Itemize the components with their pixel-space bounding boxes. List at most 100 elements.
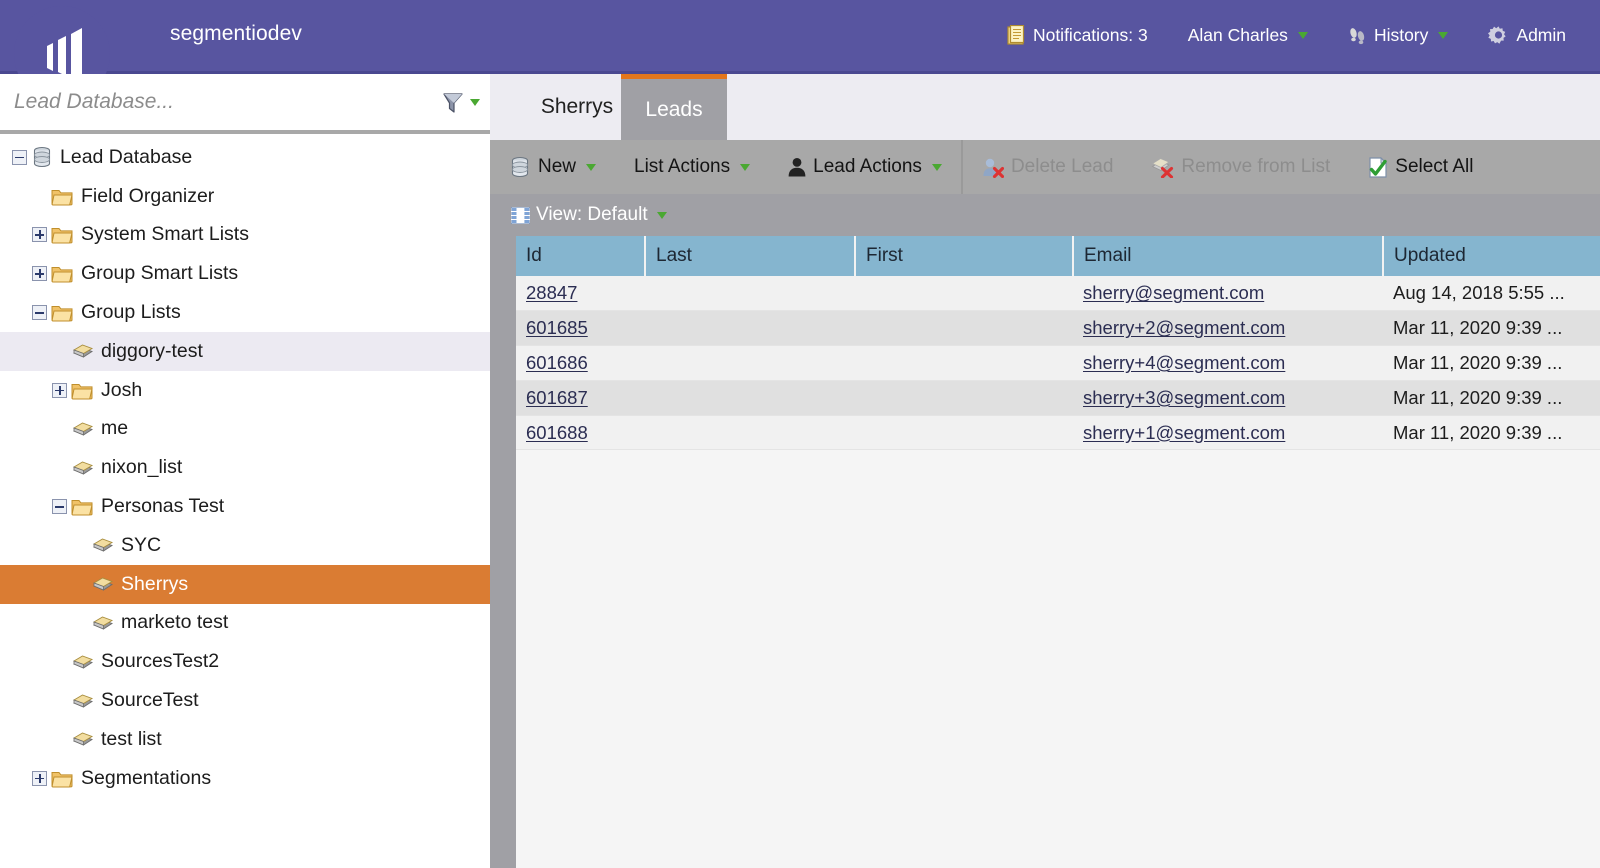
sidebar-search-row bbox=[0, 74, 490, 134]
cell-email[interactable]: sherry+1@segment.com bbox=[1073, 415, 1383, 450]
header-actions: Notifications: 3 Alan Charles History bbox=[986, 0, 1586, 71]
cell-email[interactable]: sherry+4@segment.com bbox=[1073, 346, 1383, 381]
tree-item-system-smart-lists[interactable]: System Smart Lists bbox=[0, 216, 490, 255]
sidebar: Lead DatabaseField Organizer System Smart… bbox=[0, 74, 490, 868]
cell-first bbox=[855, 346, 1073, 381]
cell-id[interactable]: 601687 bbox=[516, 380, 645, 415]
table-row[interactable]: 601687 sherry+3@segment.com Mar 11, 2020 9… bbox=[516, 380, 1600, 415]
funnel-icon bbox=[440, 90, 465, 115]
cell-first bbox=[855, 276, 1073, 311]
tree-item-sourcestest2[interactable]: SourcesTest2 bbox=[0, 642, 490, 681]
toggle-spacer bbox=[52, 344, 67, 359]
lead-email-link[interactable]: sherry+3@segment.com bbox=[1083, 387, 1285, 408]
column-header-last[interactable]: Last bbox=[645, 236, 855, 276]
table-row[interactable]: 601685 sherry+2@segment.com Mar 11, 2020 9… bbox=[516, 311, 1600, 346]
collapse-icon[interactable] bbox=[52, 499, 67, 514]
cell-id[interactable]: 28847 bbox=[516, 276, 645, 311]
expand-icon[interactable] bbox=[32, 266, 47, 281]
search-input[interactable] bbox=[14, 90, 414, 114]
lead-email-link[interactable]: sherry+1@segment.com bbox=[1083, 422, 1285, 443]
tree-item-label: Sherrys bbox=[121, 573, 188, 596]
toggle-spacer bbox=[52, 421, 67, 436]
app-title: segmentiodev bbox=[170, 22, 302, 46]
tree-item-label: System Smart Lists bbox=[81, 223, 249, 246]
cell-last bbox=[645, 380, 855, 415]
admin-button[interactable]: Admin bbox=[1468, 0, 1586, 71]
toolbar-select-all-button[interactable]: Select All bbox=[1349, 140, 1492, 194]
cell-email[interactable]: sherry+3@segment.com bbox=[1073, 380, 1383, 415]
toolbar-new-button[interactable]: New bbox=[490, 140, 615, 194]
table-row[interactable]: 601688 sherry+1@segment.com Mar 11, 2020 9… bbox=[516, 415, 1600, 450]
lead-email-link[interactable]: sherry@segment.com bbox=[1083, 282, 1264, 303]
expand-icon[interactable] bbox=[32, 227, 47, 242]
collapse-icon[interactable] bbox=[12, 150, 27, 165]
column-header-first[interactable]: First bbox=[855, 236, 1073, 276]
tree-item-segmentations[interactable]: Segmentations bbox=[0, 759, 490, 798]
chevron-down-icon bbox=[932, 164, 942, 171]
column-header-email[interactable]: Email bbox=[1073, 236, 1383, 276]
lead-email-link[interactable]: sherry+4@segment.com bbox=[1083, 352, 1285, 373]
folder-icon bbox=[51, 264, 74, 283]
notifications-label: Notifications: 3 bbox=[1033, 25, 1148, 46]
lead-email-link[interactable]: sherry+2@segment.com bbox=[1083, 317, 1285, 338]
lead-id-link[interactable]: 601687 bbox=[526, 387, 588, 408]
table-row[interactable]: 601686sherry+4@segment.comMar 11, 2020 9… bbox=[516, 346, 1600, 381]
tree-item-nixon-list[interactable]: nixon_list bbox=[0, 448, 490, 487]
view-selector-button[interactable]: View: Default bbox=[511, 204, 667, 226]
cell-last bbox=[645, 276, 855, 311]
tree-item-me[interactable]: me bbox=[0, 410, 490, 449]
lead-database-tree[interactable]: Lead DatabaseField Organizer System Smart… bbox=[0, 138, 490, 868]
column-header-updated[interactable]: Updated bbox=[1383, 236, 1600, 276]
cell-id[interactable]: 601686 bbox=[516, 346, 645, 381]
cell-updated: Mar 11, 2020 9:39 ... bbox=[1383, 415, 1600, 450]
expand-icon[interactable] bbox=[52, 383, 67, 398]
chevron-down-icon bbox=[1438, 32, 1448, 39]
folder-icon bbox=[51, 187, 74, 206]
tree-item-group-smart-lists[interactable]: Group Smart Lists bbox=[0, 254, 490, 293]
tree-item-label: marketo test bbox=[121, 611, 228, 634]
cell-updated: Aug 14, 2018 5:55 ... bbox=[1383, 276, 1600, 311]
tree-item-group-lists[interactable]: Group Lists bbox=[0, 293, 490, 332]
toolbar-list-actions-button[interactable]: List Actions bbox=[615, 140, 769, 194]
tree-item-marketo-test[interactable]: marketo test bbox=[0, 604, 490, 643]
tree-item-diggory-test[interactable]: diggory-test bbox=[0, 332, 490, 371]
collapse-icon[interactable] bbox=[32, 305, 47, 320]
filter-menu-button[interactable] bbox=[440, 90, 480, 115]
tree-item-sourcetest[interactable]: SourceTest bbox=[0, 681, 490, 720]
notifications-button[interactable]: Notifications: 3 bbox=[986, 0, 1168, 71]
lead-id-link[interactable]: 28847 bbox=[526, 282, 577, 303]
user-menu-button[interactable]: Alan Charles bbox=[1168, 0, 1328, 71]
cell-email[interactable]: sherry@segment.com bbox=[1073, 276, 1383, 311]
expand-icon[interactable] bbox=[32, 771, 47, 786]
tab-leads[interactable]: Leads bbox=[621, 74, 727, 140]
cell-updated: Mar 11, 2020 9:39 ... bbox=[1383, 380, 1600, 415]
table-row[interactable]: 28847 sherry@segment.com Aug 14, 2018 5:55… bbox=[516, 276, 1600, 311]
chevron-down-icon bbox=[470, 99, 480, 106]
tree-item-personas-test[interactable]: Personas Test bbox=[0, 487, 490, 526]
tree-item-syc[interactable]: SYC bbox=[0, 526, 490, 565]
cell-id[interactable]: 601685 bbox=[516, 311, 645, 346]
lead-id-link[interactable]: 601685 bbox=[526, 317, 588, 338]
database-icon bbox=[31, 146, 53, 168]
cell-first bbox=[855, 311, 1073, 346]
toolbar-remove-from-list-button: Remove from List bbox=[1132, 140, 1349, 194]
chevron-down-icon bbox=[586, 164, 596, 171]
cell-last bbox=[645, 311, 855, 346]
toolbar-lead-actions-button[interactable]: Lead Actions bbox=[769, 140, 961, 194]
lead-id-link[interactable]: 601686 bbox=[526, 352, 588, 373]
cell-email[interactable]: sherry+2@segment.com bbox=[1073, 311, 1383, 346]
chevron-down-icon bbox=[1298, 32, 1308, 39]
history-menu-button[interactable]: History bbox=[1328, 0, 1468, 71]
tree-item-sherrys[interactable]: Sherrys bbox=[0, 565, 490, 604]
tree-item-test-list[interactable]: test list bbox=[0, 720, 490, 759]
toolbar-button-label: List Actions bbox=[634, 156, 730, 178]
cell-id[interactable]: 601688 bbox=[516, 415, 645, 450]
tree-item-lead-database[interactable]: Lead Database bbox=[0, 138, 490, 177]
tree-item-josh[interactable]: Josh bbox=[0, 371, 490, 410]
tab-label: Sherrys bbox=[541, 95, 613, 119]
column-header-id[interactable]: Id bbox=[516, 236, 645, 276]
lead-id-link[interactable]: 601688 bbox=[526, 422, 588, 443]
tree-item-field-organizer[interactable]: Field Organizer bbox=[0, 177, 490, 216]
cell-updated: Mar 11, 2020 9:39 ... bbox=[1383, 311, 1600, 346]
chevron-down-icon bbox=[657, 212, 667, 219]
